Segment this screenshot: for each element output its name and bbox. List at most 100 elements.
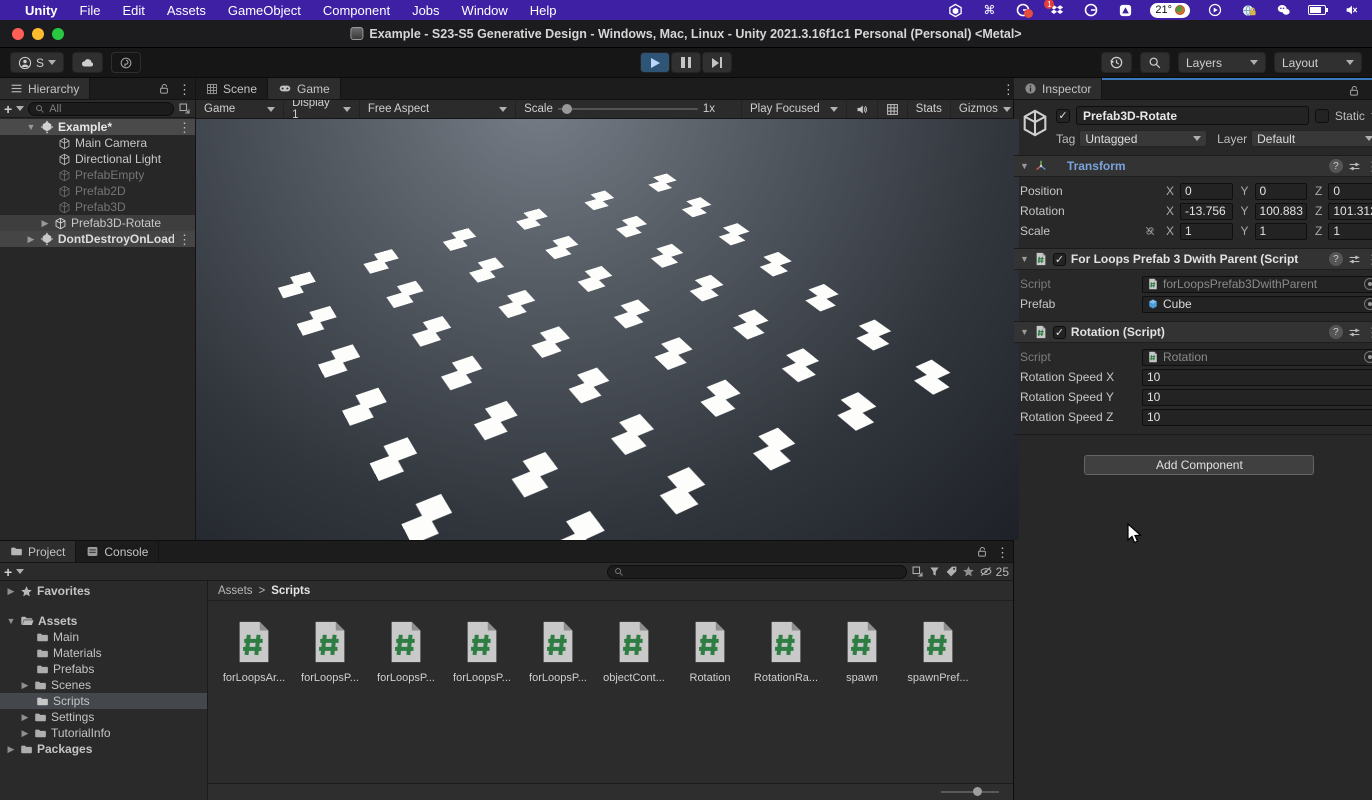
pause-button[interactable] [671, 52, 701, 73]
foldout-open-icon[interactable]: ▼ [1020, 254, 1029, 264]
foldout-closed-icon[interactable]: ▶ [6, 744, 16, 755]
close-window-button[interactable] [12, 28, 24, 40]
battery-status-icon[interactable] [1308, 2, 1326, 18]
command-key-status-icon[interactable]: ⌘ [980, 2, 998, 18]
help-icon[interactable]: ? [1329, 159, 1343, 173]
scale-y-field[interactable]: 1 [1255, 223, 1308, 240]
hierarchy-menu-kebab-icon[interactable]: ⋮ [178, 83, 191, 96]
scale-x-field[interactable]: 1 [1180, 223, 1233, 240]
wechat-status-icon[interactable] [1274, 2, 1292, 18]
mute-audio-button[interactable] [847, 100, 878, 118]
object-picker-icon[interactable] [1364, 278, 1372, 290]
component-kebab-icon[interactable]: ⋮ [1366, 326, 1372, 339]
component-kebab-icon[interactable]: ⋮ [1366, 253, 1372, 266]
lock-icon[interactable] [976, 546, 988, 558]
asset-file-csharp-script[interactable]: spawn [824, 615, 900, 684]
menu-component[interactable]: Component [312, 3, 401, 18]
menu-gameobject[interactable]: GameObject [217, 3, 312, 18]
rotation-y-field[interactable]: 100.883 [1255, 203, 1308, 220]
scene-kebab-icon[interactable]: ⋮ [178, 233, 191, 246]
tab-game[interactable]: Game [268, 78, 341, 99]
saved-search-star-icon[interactable] [962, 565, 975, 578]
constrain-proportions-icon[interactable] [1144, 225, 1156, 237]
script-object-field[interactable]: Rotation [1142, 349, 1372, 366]
plastic-scm-button[interactable] [111, 52, 141, 73]
foldout-closed-icon[interactable]: ▶ [26, 234, 36, 245]
menu-file[interactable]: File [69, 3, 112, 18]
search-by-label-icon[interactable] [945, 565, 958, 578]
aspect-dropdown[interactable]: Free Aspect [360, 100, 516, 118]
hierarchy-item-disabled[interactable]: Prefab2D [0, 183, 195, 199]
dropbox-status-icon[interactable]: 1 [1048, 2, 1066, 18]
focus-dropdown[interactable]: Play Focused [741, 100, 847, 118]
hierarchy-scene-row[interactable]: ▼ Example* ⋮ [0, 119, 195, 135]
tree-folder[interactable]: Main [0, 629, 207, 645]
layers-dropdown[interactable]: Layers [1178, 52, 1266, 73]
hidden-packages-toggle[interactable]: 25 [979, 565, 1009, 579]
hierarchy-add-dropdown-icon[interactable] [16, 106, 24, 111]
search-by-type-icon[interactable] [928, 565, 941, 578]
hierarchy-item-disabled[interactable]: PrefabEmpty [0, 167, 195, 183]
menu-window[interactable]: Window [451, 3, 519, 18]
forloops-header[interactable]: ▼ ✓ For Loops Prefab 3 Dwith Parent (Scr… [1014, 249, 1372, 270]
menu-edit[interactable]: Edit [111, 3, 155, 18]
static-checkbox[interactable] [1315, 109, 1329, 123]
play-circle-status-icon[interactable] [1206, 2, 1224, 18]
object-picker-icon[interactable] [1364, 351, 1372, 363]
menu-help[interactable]: Help [519, 3, 568, 18]
asset-file-csharp-script[interactable]: forLoopsP... [520, 615, 596, 684]
search-everything-button[interactable] [1140, 52, 1170, 73]
open-in-search-icon[interactable] [911, 565, 924, 578]
zoom-window-button[interactable] [52, 28, 64, 40]
account-dropdown[interactable]: S [10, 52, 64, 73]
icon-size-slider-knob[interactable] [973, 787, 982, 796]
picker-frame-icon[interactable] [178, 102, 191, 115]
scene-kebab-icon[interactable]: ⋮ [178, 121, 191, 134]
tab-console[interactable]: Console [76, 541, 159, 562]
menu-assets[interactable]: Assets [156, 3, 217, 18]
weather-status-pill[interactable]: 21° [1150, 3, 1190, 18]
component-enabled-checkbox[interactable]: ✓ [1053, 326, 1066, 339]
unity-hub-status-icon[interactable] [946, 2, 964, 18]
hierarchy-item[interactable]: Directional Light [0, 151, 195, 167]
project-search-input[interactable] [607, 565, 907, 579]
foldout-open-icon[interactable]: ▼ [6, 616, 16, 626]
add-component-button[interactable]: Add Component [1084, 455, 1314, 475]
game-panel-kebab-icon[interactable]: ⋮ [1002, 83, 1015, 96]
game-viewport[interactable] [196, 119, 1019, 540]
tree-folder[interactable]: ▶ TutorialInfo [0, 725, 207, 741]
foldout-closed-icon[interactable]: ▶ [20, 712, 30, 723]
asset-file-csharp-script[interactable]: forLoopsAr... [216, 615, 292, 684]
foldout-closed-icon[interactable]: ▶ [20, 728, 30, 739]
position-y-field[interactable]: 0 [1255, 183, 1308, 200]
presets-icon[interactable] [1348, 160, 1361, 173]
tree-folder[interactable]: Prefabs [0, 661, 207, 677]
tag-dropdown[interactable]: Untagged [1079, 130, 1207, 147]
rotation-x-field[interactable]: -13.756 [1180, 203, 1233, 220]
minimize-window-button[interactable] [32, 28, 44, 40]
tree-assets[interactable]: ▼ Assets [0, 613, 207, 629]
tree-folder[interactable]: ▶ Settings [0, 709, 207, 725]
asset-file-csharp-script[interactable]: RotationRa... [748, 615, 824, 684]
tab-hierarchy[interactable]: Hierarchy [0, 78, 90, 99]
position-x-field[interactable]: 0 [1180, 183, 1233, 200]
hierarchy-search-input[interactable]: All [28, 102, 174, 116]
asset-file-csharp-script[interactable]: forLoopsP... [444, 615, 520, 684]
scale-slider-track[interactable] [558, 108, 698, 110]
gameobject-big-cube-icon[interactable] [1020, 108, 1050, 138]
game-target-dropdown[interactable]: Game [196, 100, 284, 118]
foldout-closed-icon[interactable]: ▶ [6, 586, 16, 597]
tree-folder[interactable]: ▶ Scenes [0, 677, 207, 693]
rotation-speed-x-field[interactable]: 10 [1142, 369, 1372, 386]
g-app-status-icon[interactable] [1082, 2, 1100, 18]
transform-header[interactable]: ▼ Transform ? ⋮ [1014, 156, 1372, 177]
screen-record-status-icon[interactable] [1014, 2, 1032, 18]
asset-file-csharp-script[interactable]: forLoopsP... [368, 615, 444, 684]
tree-packages[interactable]: ▶ Packages [0, 741, 207, 757]
position-z-field[interactable]: 0 [1328, 183, 1372, 200]
tab-scene[interactable]: Scene [196, 78, 268, 99]
menu-unity[interactable]: Unity [14, 3, 69, 18]
hierarchy-dontdestroy-row[interactable]: ▶ DontDestroyOnLoad ⋮ [0, 231, 195, 247]
tree-favorites[interactable]: ▶ Favorites [0, 583, 207, 599]
tree-folder-selected[interactable]: Scripts [0, 693, 207, 709]
